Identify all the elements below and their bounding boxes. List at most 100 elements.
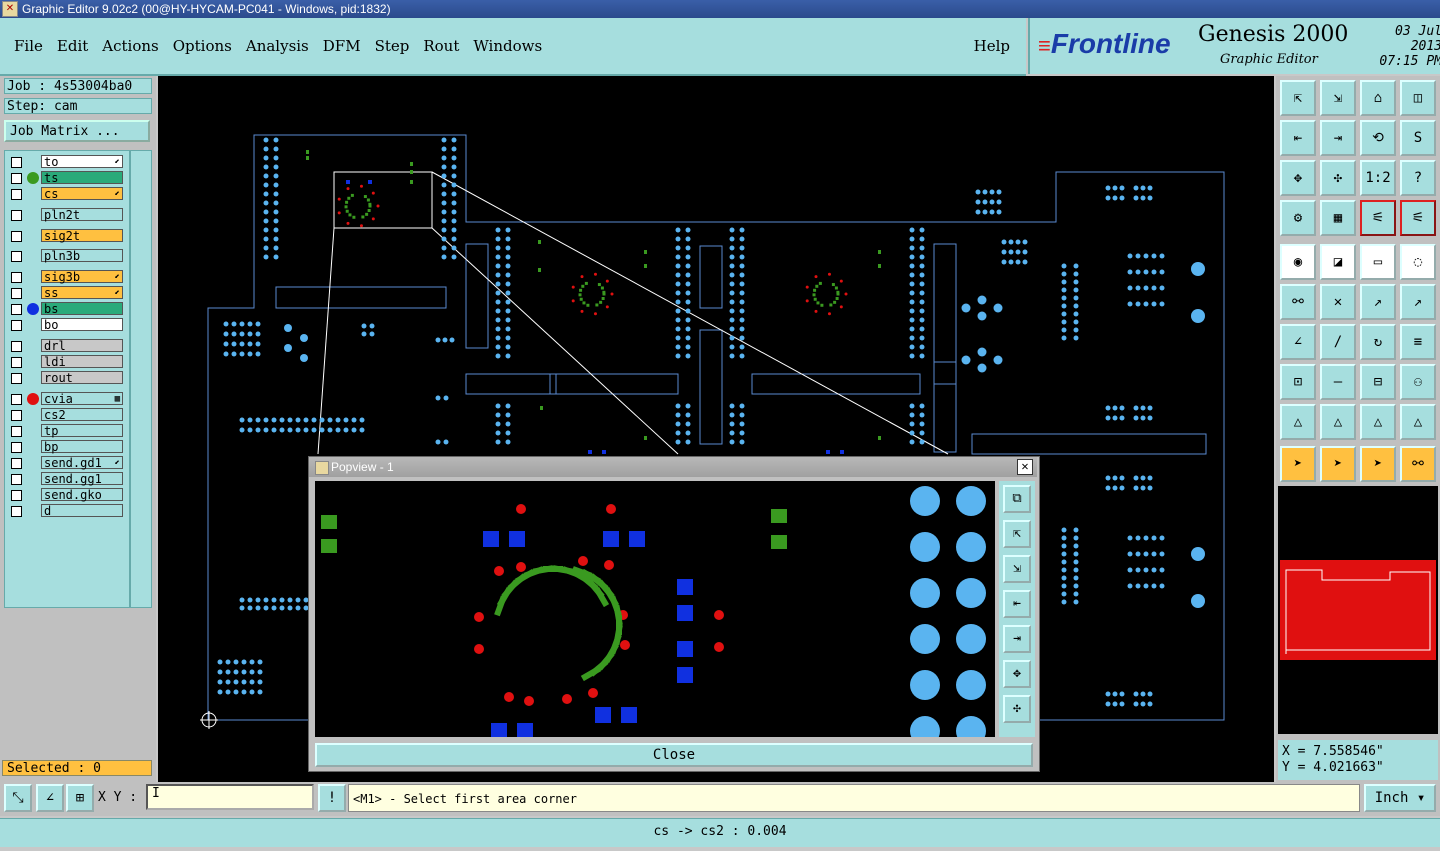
layer-name[interactable]: ts — [41, 171, 123, 185]
layer-checkbox[interactable] — [11, 173, 22, 184]
layer-checkbox[interactable] — [11, 272, 22, 284]
alert-button[interactable]: ! — [318, 784, 346, 812]
menu-file[interactable]: File — [14, 37, 43, 55]
layer-row-send.gko[interactable]: send.gko — [5, 487, 129, 502]
layer-row-ss[interactable]: ss ⬋ — [5, 286, 129, 300]
layer-row-pln2t[interactable]: pln2t — [5, 207, 129, 222]
layer-checkbox[interactable] — [11, 425, 22, 437]
layer-checkbox[interactable] — [11, 373, 22, 384]
layer-row-bo[interactable]: bo — [5, 318, 129, 332]
arrow-icon[interactable]: ↗ — [1360, 284, 1396, 320]
line-icon[interactable]: ◪ — [1320, 244, 1356, 280]
layer-checkbox[interactable] — [11, 341, 22, 352]
layer-name[interactable]: sig3b ⬋ — [41, 270, 123, 284]
layer-checkbox[interactable] — [11, 357, 22, 368]
ruler-icon[interactable]: ▭ — [1360, 244, 1396, 280]
zoom-out-icon[interactable]: ⇲ — [1320, 80, 1356, 116]
popview-window-icon[interactable]: ⧉ — [1003, 485, 1031, 513]
popview-pan-left-icon[interactable]: ⇤ — [1003, 590, 1031, 618]
menu-rout[interactable]: Rout — [423, 37, 459, 55]
popview-close-button[interactable]: Close — [315, 743, 1033, 767]
layer-checkbox[interactable] — [11, 409, 22, 421]
layer-name[interactable]: bs — [41, 302, 123, 316]
layer-name[interactable]: cvia ▦ — [41, 391, 123, 405]
fit-icon[interactable]: ✥ — [1280, 160, 1316, 196]
xy-input[interactable]: I — [146, 784, 314, 810]
layer-checkbox[interactable] — [11, 489, 22, 501]
angle-icon[interactable]: ∠ — [1280, 324, 1316, 360]
measure-button[interactable]: ∠ — [36, 784, 64, 812]
layer-name[interactable]: cs2 — [41, 407, 123, 421]
layer-row-sig2t[interactable]: sig2t — [5, 228, 129, 243]
arc-icon[interactable]: ↻ — [1360, 324, 1396, 360]
layer-name[interactable]: ss ⬋ — [41, 286, 123, 300]
group-icon[interactable]: ⚇ — [1400, 364, 1436, 400]
layer-row-cvia[interactable]: cvia ▦ — [5, 391, 129, 406]
popview-zoom-in-icon[interactable]: ⇱ — [1003, 520, 1031, 548]
popview-close-icon[interactable]: ✕ — [1017, 459, 1033, 475]
dash-icon[interactable]: — — [1320, 364, 1356, 400]
layer-name[interactable]: drl — [41, 339, 123, 353]
layer-alt-icon[interactable]: ⚟ — [1400, 200, 1436, 236]
layer-row-to[interactable]: to ⬋ — [5, 155, 129, 169]
layer-checkbox[interactable] — [11, 393, 22, 405]
job-matrix-button[interactable]: Job Matrix ... — [4, 120, 150, 142]
snap-grid-button[interactable]: ⊞ — [66, 784, 94, 812]
layer-row-bs[interactable]: bs — [5, 302, 129, 316]
layer-name[interactable]: send.gd1 ⬋ — [41, 455, 123, 469]
popview-pan-right-icon[interactable]: ⇥ — [1003, 625, 1031, 653]
pan-right-icon[interactable]: ⇥ — [1320, 120, 1356, 156]
layer-name[interactable]: tp — [41, 423, 123, 437]
layer-list-scrollbar[interactable] — [130, 150, 152, 608]
layer-row-bp[interactable]: bp — [5, 439, 129, 454]
pad-icon[interactable]: ⊡ — [1280, 364, 1316, 400]
snap-icon[interactable]: S — [1400, 120, 1436, 156]
layer-name[interactable]: ldi — [41, 355, 123, 369]
layer-name[interactable]: sig2t — [41, 228, 123, 242]
pan-left-icon[interactable]: ⇤ — [1280, 120, 1316, 156]
menu-actions[interactable]: Actions — [102, 37, 158, 55]
popview-center-icon[interactable]: ✣ — [1003, 695, 1031, 723]
layer-name[interactable]: rout — [41, 371, 123, 385]
scale-icon[interactable]: 1:2 — [1360, 160, 1396, 196]
triangle-alt-icon[interactable]: △ — [1320, 404, 1356, 440]
unit-selector[interactable]: Inch ▾ — [1364, 784, 1436, 812]
select-move-icon[interactable]: ➤ — [1360, 446, 1396, 482]
home-icon[interactable]: ⌂ — [1360, 80, 1396, 116]
layer-row-sig3b[interactable]: sig3b ⬋ — [5, 270, 129, 284]
layer-checkbox[interactable] — [11, 230, 22, 242]
menu-help[interactable]: Help — [974, 37, 1010, 55]
layer-checkbox[interactable] — [11, 209, 22, 221]
center-icon[interactable]: ✣ — [1320, 160, 1356, 196]
menu-step[interactable]: Step — [375, 37, 410, 55]
align-icon[interactable]: ≡ — [1400, 324, 1436, 360]
connect-icon[interactable]: ⚯ — [1280, 284, 1316, 320]
measure-icon[interactable]: ⊟ — [1360, 364, 1396, 400]
layer-checkbox[interactable] — [11, 320, 22, 332]
layer-name[interactable]: bp — [41, 439, 123, 453]
layer-checkbox[interactable] — [11, 288, 22, 300]
layer-row-cs2[interactable]: cs2 — [5, 407, 129, 422]
delete-icon[interactable]: ✕ — [1320, 284, 1356, 320]
triangle-icon[interactable]: △ — [1280, 404, 1316, 440]
window-icon[interactable]: ◫ — [1400, 80, 1436, 116]
layer-row-tp[interactable]: tp — [5, 423, 129, 438]
triangle-bold-icon[interactable]: △ — [1360, 404, 1396, 440]
popview-fit-icon[interactable]: ✥ — [1003, 660, 1031, 688]
overview-map[interactable] — [1278, 486, 1438, 734]
layer-row-cs[interactable]: cs ⬋ — [5, 187, 129, 201]
layer-row-send.gd1[interactable]: send.gd1 ⬋ — [5, 455, 129, 470]
layer-name[interactable]: send.gg1 — [41, 471, 123, 485]
triangle-red-icon[interactable]: △ — [1400, 404, 1436, 440]
feature-icon[interactable]: ◉ — [1280, 244, 1316, 280]
layer-row-rout[interactable]: rout — [5, 371, 129, 385]
settings-icon[interactable]: ⚙ — [1280, 200, 1316, 236]
layer-checkbox[interactable] — [11, 457, 22, 469]
arrow-alt-icon[interactable]: ↗ — [1400, 284, 1436, 320]
menu-dfm[interactable]: DFM — [323, 37, 361, 55]
zoom-area-button[interactable]: ⤡ — [4, 784, 32, 812]
popview-zoom[interactable] — [315, 481, 995, 737]
layer-checkbox[interactable] — [11, 441, 22, 453]
menu-options[interactable]: Options — [173, 37, 232, 55]
layer-name[interactable]: send.gko — [41, 487, 123, 501]
